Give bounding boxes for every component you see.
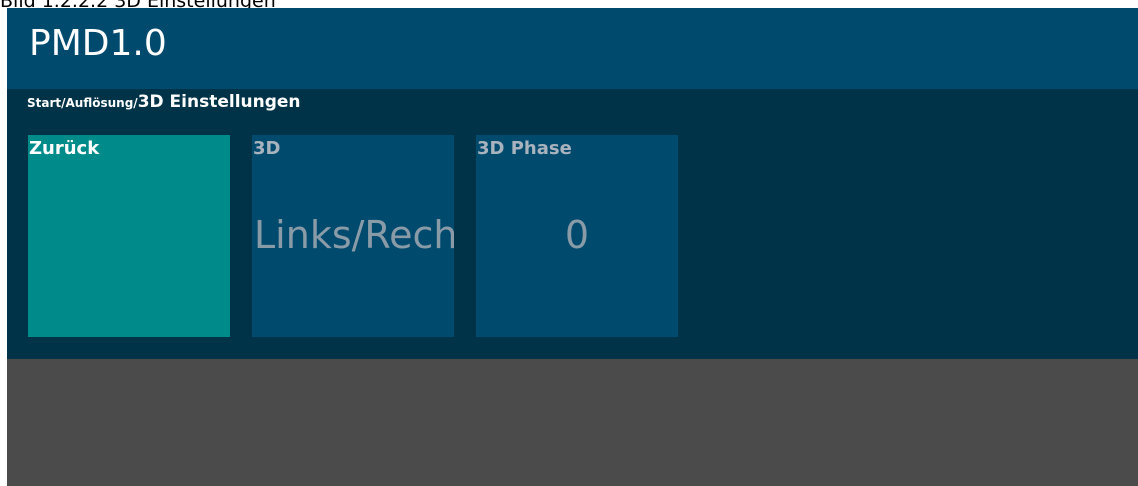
settings-panel: Start/Auflösung/3D Einstellungen Zurück … xyxy=(7,89,1138,359)
breadcrumb: Start/Auflösung/3D Einstellungen xyxy=(27,92,301,112)
app-header: PMD1.0 xyxy=(7,8,1138,89)
breadcrumb-path[interactable]: Start/Auflösung/ xyxy=(27,96,138,110)
3d-phase-value: 0 xyxy=(564,213,590,257)
app-title: PMD1.0 xyxy=(29,23,167,64)
3d-phase-tile[interactable]: 3D Phase 0 xyxy=(476,135,678,337)
back-tile-label: Zurück xyxy=(29,138,100,159)
3d-mode-tile[interactable]: 3D Links/Rechts xyxy=(252,135,454,337)
back-tile[interactable]: Zurück xyxy=(28,135,230,337)
3d-mode-value: Links/Rechts xyxy=(254,213,454,257)
3d-mode-label: 3D xyxy=(253,138,281,159)
3d-phase-label: 3D Phase xyxy=(477,138,572,159)
breadcrumb-current: 3D Einstellungen xyxy=(137,92,301,112)
app-frame: PMD1.0 Start/Auflösung/3D Einstellungen … xyxy=(7,8,1138,486)
